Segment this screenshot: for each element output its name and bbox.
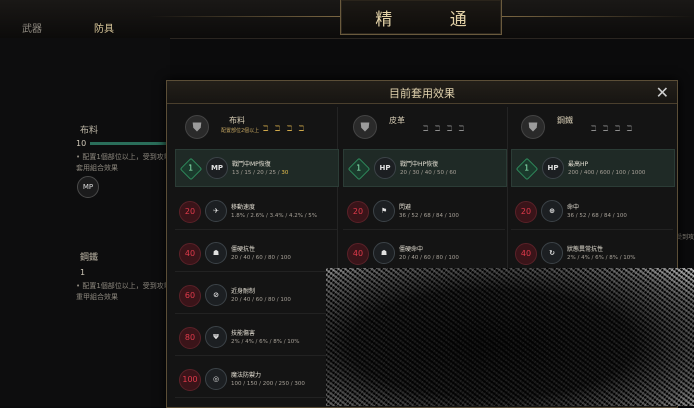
level-badge: 1	[515, 157, 539, 181]
effect-values: 20 / 30 / 40 / 50 / 60	[400, 170, 457, 176]
page-title: 精 通	[375, 10, 493, 30]
effect-values: 20 / 40 / 60 / 80 / 100	[231, 255, 291, 261]
cloth-column-title: 布料	[229, 116, 245, 125]
obscured-region-overlay	[326, 268, 694, 406]
effect-row: 1 HP 戰鬥中HP恢復 20 / 30 / 40 / 50 / 60	[343, 149, 507, 187]
steel-desc-line2: 重甲組合效果	[76, 293, 118, 301]
effect-name: 命中	[567, 204, 580, 211]
effect-row: 40 ↻ 狀態異常抗性 2% / 4% / 6% / 8% / 10%	[511, 235, 673, 272]
level-badge: 20	[179, 201, 201, 223]
effect-row: 40 ☗ 僵硬命中 20 / 40 / 60 / 80 / 100	[343, 235, 505, 272]
level-badge: 100	[179, 369, 201, 391]
title-ornament-right	[500, 16, 694, 17]
trident-icon: Ψ	[205, 326, 227, 348]
effect-name: 戰鬥中HP恢復	[400, 161, 439, 168]
steel-slot-icons: ℶ ℶ ℶ ℶ	[591, 124, 635, 133]
level-badge: 40	[347, 243, 369, 265]
cloth-desc-line2: 套用組合效果	[76, 164, 118, 172]
effect-values: 2% / 4% / 6% / 8% / 10%	[567, 255, 636, 261]
effect-name: 狀態異常抗性	[567, 246, 604, 253]
tab-armor[interactable]: 防具	[94, 20, 114, 35]
mp-icon: MP	[206, 157, 228, 179]
effect-name: 最高HP	[568, 161, 589, 168]
leather-slot-icons: ℶ ℶ ℶ ℶ	[423, 124, 467, 133]
level-badge: 1	[179, 157, 203, 181]
effect-values: 20 / 40 / 60 / 80 / 100	[231, 297, 291, 303]
top-bar: 武器 防具 精 通	[0, 0, 694, 39]
block-icon: ⊘	[205, 284, 227, 306]
cloth-column-subtitle: 配置部位2個以上	[221, 128, 260, 134]
effect-name: 僵硬抗性	[231, 246, 256, 253]
level-badge: 20	[515, 201, 537, 223]
evade-icon: ⚑	[373, 200, 395, 222]
leather-column-header: ⛊ 皮革 ℶ ℶ ℶ ℶ	[339, 107, 505, 149]
level-badge: 80	[179, 327, 201, 349]
cloth-column-header: ⛊ 布料 配置部位2個以上 ℶ ℶ ℶ ℶ	[171, 107, 337, 149]
effect-row: 20 ⊕ 命中 36 / 52 / 68 / 84 / 100	[511, 193, 673, 230]
leather-armor-icon: ⛊	[353, 115, 377, 139]
level-badge: 40	[179, 243, 201, 265]
cloth-column: ⛊ 布料 配置部位2個以上 ℶ ℶ ℶ ℶ 1 MP 戰鬥中MP恢復 13 / …	[171, 107, 339, 407]
mp-icon: MP	[77, 176, 99, 198]
level-badge: 20	[347, 201, 369, 223]
effect-values: 13 / 15 / 20 / 25 / 30	[232, 170, 289, 176]
effect-values: 36 / 52 / 68 / 84 / 100	[567, 213, 627, 219]
left-panel: 布料 10 • 配置1個部位以上，受到攻擊時 套用組合效果 MP 鋼鐵 1 • …	[0, 38, 178, 406]
hp-icon: HP	[374, 157, 396, 179]
modal-title: 目前套用效果	[389, 87, 455, 100]
effect-name: 閃避	[399, 204, 412, 211]
effect-values: 36 / 52 / 68 / 84 / 100	[399, 213, 459, 219]
effect-values: 2% / 4% / 6% / 8% / 10%	[231, 339, 300, 345]
cloth-desc-line1: • 配置1個部位以上，受到攻擊時	[76, 153, 178, 161]
leather-column-title: 皮革	[389, 116, 405, 125]
effect-row: 1 HP 最高HP 200 / 400 / 600 / 100 / 1000	[511, 149, 675, 187]
stiffness-icon: ☗	[205, 242, 227, 264]
effect-row: 80 Ψ 技能傷害 2% / 4% / 6% / 8% / 10%	[175, 319, 337, 356]
magic-defense-icon: ◎	[205, 368, 227, 390]
effect-name: 移動速度	[231, 204, 256, 211]
right-edge-text: 受到攻	[676, 234, 694, 241]
effect-row: 1 MP 戰鬥中MP恢復 13 / 15 / 20 / 25 / 30	[175, 149, 339, 187]
effect-row: 40 ☗ 僵硬抗性 20 / 40 / 60 / 80 / 100	[175, 235, 337, 272]
speed-icon: ✈	[205, 200, 227, 222]
level-badge: 1	[347, 157, 371, 181]
effect-row: 20 ⚑ 閃避 36 / 52 / 68 / 84 / 100	[343, 193, 505, 230]
title-ornament-left	[150, 16, 340, 17]
effect-name: 僵硬命中	[399, 246, 424, 253]
current-value: 30	[281, 170, 289, 176]
stiffness-icon: ☗	[373, 242, 395, 264]
cloth-equipped-slot-icons: ℶ ℶ ℶ ℶ	[263, 124, 307, 133]
effect-values: 200 / 400 / 600 / 100 / 1000	[568, 170, 646, 176]
effect-row: 60 ⊘ 近身耐制 20 / 40 / 60 / 80 / 100	[175, 277, 337, 314]
steel-armor-icon: ⛊	[521, 115, 545, 139]
steel-desc-line1: • 配置1個部位以上，受到攻擊時	[76, 282, 178, 290]
effect-values: 20 / 40 / 60 / 80 / 100	[399, 255, 459, 261]
effect-name: 魔法防禦力	[231, 372, 262, 379]
cloth-level: 10	[76, 139, 87, 148]
effect-values: 1.8% / 2.6% / 3.4% / 4.2% / 5%	[231, 213, 318, 219]
cloth-progress-bar	[90, 142, 166, 145]
title-plaque: 精 通	[340, 0, 502, 35]
effect-values: 100 / 150 / 200 / 250 / 300	[231, 381, 305, 387]
close-icon[interactable]: ✕	[656, 83, 669, 102]
cloth-armor-icon: ⛊	[185, 115, 209, 139]
hp-icon: HP	[542, 157, 564, 179]
effect-row: 100 ◎ 魔法防禦力 100 / 150 / 200 / 250 / 300	[175, 361, 337, 398]
effect-row: 20 ✈ 移動速度 1.8% / 2.6% / 3.4% / 4.2% / 5%	[175, 193, 337, 230]
crosshair-icon: ⊕	[541, 200, 563, 222]
steel-column-header: ⛊ 鋼鐵 ℶ ℶ ℶ ℶ	[507, 107, 673, 149]
effect-name: 近身耐制	[231, 288, 256, 295]
steel-level: 1	[80, 268, 86, 277]
modal-header: 目前套用效果 ✕	[167, 81, 677, 104]
steel-section-name: 鋼鐵	[80, 253, 99, 263]
tab-weapon[interactable]: 武器	[22, 20, 42, 35]
steel-column-title: 鋼鐵	[557, 116, 573, 125]
effect-name: 戰鬥中MP恢復	[232, 161, 271, 168]
level-badge: 60	[179, 285, 201, 307]
cloth-section-name: 布料	[80, 126, 99, 136]
level-badge: 40	[515, 243, 537, 265]
effect-name: 技能傷害	[231, 330, 256, 337]
status-resist-icon: ↻	[541, 242, 563, 264]
